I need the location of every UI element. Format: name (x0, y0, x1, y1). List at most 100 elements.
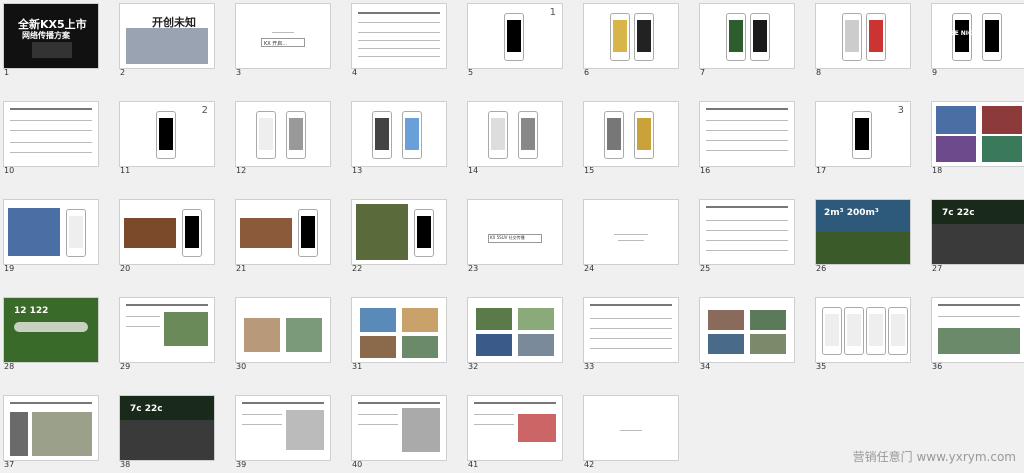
slide-thumb-32[interactable]: 32 (464, 294, 563, 375)
slide-24-preview (583, 199, 679, 265)
photo-2 (750, 310, 786, 330)
slide-33-preview (583, 297, 679, 363)
slide-7-preview (699, 3, 795, 69)
slide-thumb-5[interactable]: 1 5 (464, 0, 563, 81)
slide-26-num: 26 (816, 264, 827, 273)
slide-thumb-16[interactable]: 16 (696, 98, 795, 179)
phone-mockup-left (256, 111, 276, 159)
slide-thumb-30[interactable]: 30 (232, 294, 331, 375)
slide-6-preview (583, 3, 679, 69)
photo-strip (938, 328, 1020, 354)
slide-thumb-38[interactable]: 7c 22c 38 (116, 392, 215, 473)
game-image (240, 218, 292, 248)
slide-16-line-4 (706, 150, 788, 151)
slide-25-line-2 (706, 230, 788, 231)
slide-20-preview (119, 199, 215, 265)
slide-20-num: 20 (120, 264, 131, 273)
phone-mockup-left (842, 13, 862, 61)
slide-thumb-17[interactable]: 3 17 (812, 98, 911, 179)
slide-thumb-8[interactable]: 8 (812, 0, 911, 81)
slide-thumb-2[interactable]: 开创未知 2 (116, 0, 215, 81)
slide-thumb-37[interactable]: 37 (0, 392, 99, 473)
car-interior-image (932, 224, 1024, 264)
slide-2-preview: 开创未知 (119, 3, 215, 69)
phone-mockup-right (518, 111, 538, 159)
slide-thumb-7[interactable]: 7 (696, 0, 795, 81)
slide-30-preview (235, 297, 331, 363)
game-image (8, 208, 60, 256)
slide-thumb-18[interactable]: 18 (928, 98, 1024, 179)
phone-mockup-right (866, 13, 886, 61)
photo-4 (402, 336, 438, 358)
slide-thumb-28[interactable]: 12 122 28 (0, 294, 99, 375)
slide-thumb-24[interactable]: 24 (580, 196, 679, 277)
slide-thumb-6[interactable]: 6 (580, 0, 679, 81)
slide-thumb-27[interactable]: 7c 22c 27 (928, 196, 1024, 277)
slide-29-preview (119, 297, 215, 363)
slide-29-num: 29 (120, 362, 131, 371)
slide-8-preview (815, 3, 911, 69)
slide-thumb-11[interactable]: 2 11 (116, 98, 215, 179)
slide-grid: 全新KX5上市 网络传播方案 1 开创未知 2 KX 开启... 3 4 1 5… (0, 0, 1024, 471)
slide-34-num: 34 (700, 362, 711, 371)
slide-10-line-4 (10, 152, 92, 153)
slide-41-line-2 (474, 424, 514, 425)
slide-17-num: 17 (816, 166, 827, 175)
photo-1 (476, 308, 512, 330)
photo-2 (518, 308, 554, 330)
game-image-1 (936, 106, 976, 134)
slide-thumb-20[interactable]: 20 (116, 196, 215, 277)
slide-thumb-4[interactable]: 4 (348, 0, 447, 81)
photo-3 (708, 334, 744, 354)
slide-thumb-34[interactable]: 34 (696, 294, 795, 375)
slide-thumb-21[interactable]: 21 (232, 196, 331, 277)
slide-thumb-29[interactable]: 29 (116, 294, 215, 375)
slide-16-line-2 (706, 130, 788, 131)
slide-thumb-39[interactable]: 39 (232, 392, 331, 473)
slide-thumb-23[interactable]: KX 5SUV 社交传播 23 (464, 196, 563, 277)
person-photo (360, 336, 396, 358)
slide-thumb-40[interactable]: 40 (348, 392, 447, 473)
phone-mockup-4 (888, 307, 908, 355)
slide-16-header-bar (706, 108, 788, 110)
slide-thumb-1[interactable]: 全新KX5上市 网络传播方案 1 (0, 0, 99, 81)
slide-thumb-26[interactable]: 2m³ 200m³ 26 (812, 196, 911, 277)
phone-mockup (182, 209, 202, 257)
slide-4-line-1 (358, 22, 440, 23)
slide-9-preview: BE NICE (931, 3, 1024, 69)
slide-38-label: 7c 22c (130, 404, 163, 414)
slide-thumb-42[interactable]: 42 (580, 392, 679, 473)
slide-15-preview (583, 101, 679, 167)
slide-thumb-15[interactable]: 15 (580, 98, 679, 179)
phone-mockup (156, 111, 176, 159)
slide-thumb-12[interactable]: 12 (232, 98, 331, 179)
slide-5-label: 1 (549, 7, 556, 18)
photo-3 (476, 334, 512, 356)
slide-thumb-9[interactable]: BE NICE 9 (928, 0, 1024, 81)
phone-mockup-right (286, 111, 306, 159)
slide-thumb-13[interactable]: 13 (348, 98, 447, 179)
slide-9-num: 9 (932, 68, 938, 77)
slide-thumb-10[interactable]: 10 (0, 98, 99, 179)
slide-4-preview (351, 3, 447, 69)
slide-29-line-1 (126, 316, 160, 317)
slide-16-num: 16 (700, 166, 711, 175)
phone-mockup-2 (844, 307, 864, 355)
slide-thumb-35[interactable]: 35 (812, 294, 911, 375)
slide-thumb-3[interactable]: KX 开启... 3 (232, 0, 331, 81)
slide-12-num: 12 (236, 166, 247, 175)
slide-36-num: 36 (932, 362, 943, 371)
slide-thumb-14[interactable]: 14 (464, 98, 563, 179)
phone-screenshot (286, 410, 324, 450)
slide-23-num: 23 (468, 264, 479, 273)
slide-thumb-36[interactable]: 36 (928, 294, 1024, 375)
slide-thumb-41[interactable]: 41 (464, 392, 563, 473)
slide-12-preview (235, 101, 331, 167)
slide-thumb-19[interactable]: 19 (0, 196, 99, 277)
slide-34-preview (699, 297, 795, 363)
slide-thumb-25[interactable]: 25 (696, 196, 795, 277)
slide-thumb-22[interactable]: 22 (348, 196, 447, 277)
phone-mockup-right (750, 13, 770, 61)
slide-thumb-33[interactable]: 33 (580, 294, 679, 375)
slide-thumb-31[interactable]: 31 (348, 294, 447, 375)
